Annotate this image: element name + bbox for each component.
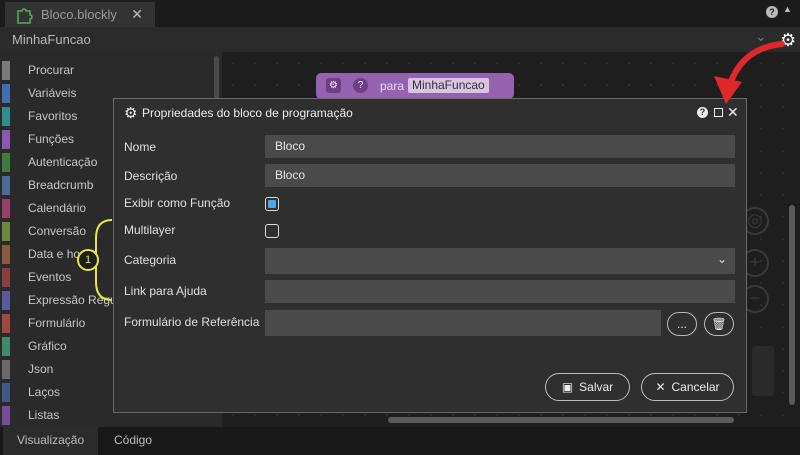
save-label: Salvar — [579, 380, 614, 394]
category-color-swatch — [2, 314, 10, 333]
editor-tab-bar: Bloco.blockly ✕ ? ▲ — [0, 0, 800, 27]
category-color-swatch — [2, 153, 10, 172]
category-color-swatch — [2, 61, 10, 80]
sidebar-item-label: Eventos — [28, 270, 72, 284]
cancel-icon: ✕ — [655, 380, 666, 394]
categoria-select[interactable]: ⌄ — [265, 248, 735, 274]
workspace-horizontal-scrollbar[interactable] — [388, 417, 734, 423]
categoria-label: Categoria — [124, 253, 177, 267]
descricao-label: Descrição — [124, 169, 178, 183]
category-color-swatch — [2, 337, 10, 356]
formulario-label: Formulário de Referência — [124, 315, 260, 329]
trash-icon[interactable] — [752, 346, 774, 396]
chevron-up-icon[interactable]: ▲ — [783, 4, 792, 14]
multilayer-label: Multilayer — [124, 223, 176, 237]
sidebar-item-label: Autenticação — [28, 155, 98, 169]
trash-icon: 🗑 — [711, 317, 727, 331]
link-input[interactable] — [265, 280, 735, 303]
category-color-swatch — [2, 176, 10, 195]
cancel-button[interactable]: ✕ Cancelar — [641, 373, 734, 401]
category-color-swatch — [2, 222, 10, 241]
category-color-swatch — [2, 199, 10, 218]
multilayer-checkbox[interactable] — [265, 224, 279, 238]
tab-close-icon[interactable]: ✕ — [131, 6, 143, 23]
nome-input[interactable]: Bloco — [265, 135, 735, 158]
tab-codigo[interactable]: Código — [100, 427, 166, 455]
exibir-label: Exibir como Função — [124, 196, 231, 210]
function-block[interactable]: ⚙ ? para MinhaFuncao — [316, 73, 514, 99]
function-title-bar: MinhaFuncao ⌄ ⚙ — [0, 27, 800, 52]
dialog-header: ⚙ Propriedades do bloco de programação ?… — [114, 99, 746, 127]
block-gear-icon[interactable]: ⚙ — [326, 78, 341, 93]
puzzle-icon — [17, 7, 33, 24]
sidebar-item-label: Breadcrumb — [28, 178, 94, 192]
dialog-title: Propriedades do bloco de programação — [142, 106, 353, 120]
block-properties-dialog: ⚙ Propriedades do bloco de programação ?… — [113, 98, 747, 413]
descricao-input[interactable]: Bloco — [265, 164, 735, 187]
sidebar-item-label: Funções — [28, 132, 75, 146]
sidebar-item-label: Laços — [28, 385, 61, 399]
save-icon: ▣ — [561, 380, 574, 394]
browse-button[interactable]: ... — [667, 312, 697, 336]
category-color-swatch — [2, 130, 10, 149]
sidebar-item-label: Favoritos — [28, 109, 78, 123]
category-color-swatch — [2, 360, 10, 379]
category-color-swatch — [2, 245, 10, 264]
function-name: MinhaFuncao — [12, 32, 91, 47]
tab-title: Bloco.blockly — [41, 7, 117, 22]
chevron-down-icon[interactable]: ⌄ — [717, 248, 727, 271]
sidebar-item[interactable]: Procurar — [0, 59, 210, 82]
category-color-swatch — [2, 84, 10, 103]
sidebar-item-label: Gráfico — [28, 339, 67, 353]
link-label: Link para Ajuda — [124, 284, 207, 298]
formulario-input[interactable] — [265, 310, 661, 336]
sidebar-item-label: Calendário — [28, 201, 87, 215]
delete-button[interactable]: 🗑 — [704, 312, 734, 336]
sidebar-item-label: Listas — [28, 408, 60, 422]
block-function-name-field[interactable]: MinhaFuncao — [408, 78, 489, 93]
category-color-swatch — [2, 291, 10, 310]
workspace-vertical-scrollbar[interactable] — [789, 205, 795, 405]
block-help-icon[interactable]: ? — [353, 78, 368, 93]
gear-icon: ⚙ — [124, 105, 138, 122]
sidebar-item-label: Procurar — [28, 63, 75, 77]
category-color-swatch — [2, 107, 10, 126]
block-para-label: para — [380, 79, 405, 93]
editor-tab[interactable]: Bloco.blockly ✕ — [5, 2, 155, 27]
help-icon[interactable]: ? — [766, 6, 778, 18]
category-color-swatch — [2, 383, 10, 402]
category-color-swatch — [2, 406, 10, 425]
annotation-arrow-icon — [714, 41, 785, 104]
tab-visualizacao[interactable]: Visualização — [3, 427, 99, 455]
exibir-checkbox[interactable] — [265, 197, 279, 211]
bottom-tab-bar: Visualização Código — [0, 427, 800, 455]
sidebar-item-label: Json — [28, 362, 54, 376]
sidebar-item-label: Formulário — [28, 316, 86, 330]
save-button[interactable]: ▣ Salvar — [545, 373, 630, 401]
category-color-swatch — [2, 268, 10, 287]
annotation-number: 1 — [77, 249, 99, 271]
cancel-label: Cancelar — [671, 380, 720, 394]
sidebar-item-label: Variáveis — [28, 86, 77, 100]
nome-label: Nome — [124, 140, 157, 154]
